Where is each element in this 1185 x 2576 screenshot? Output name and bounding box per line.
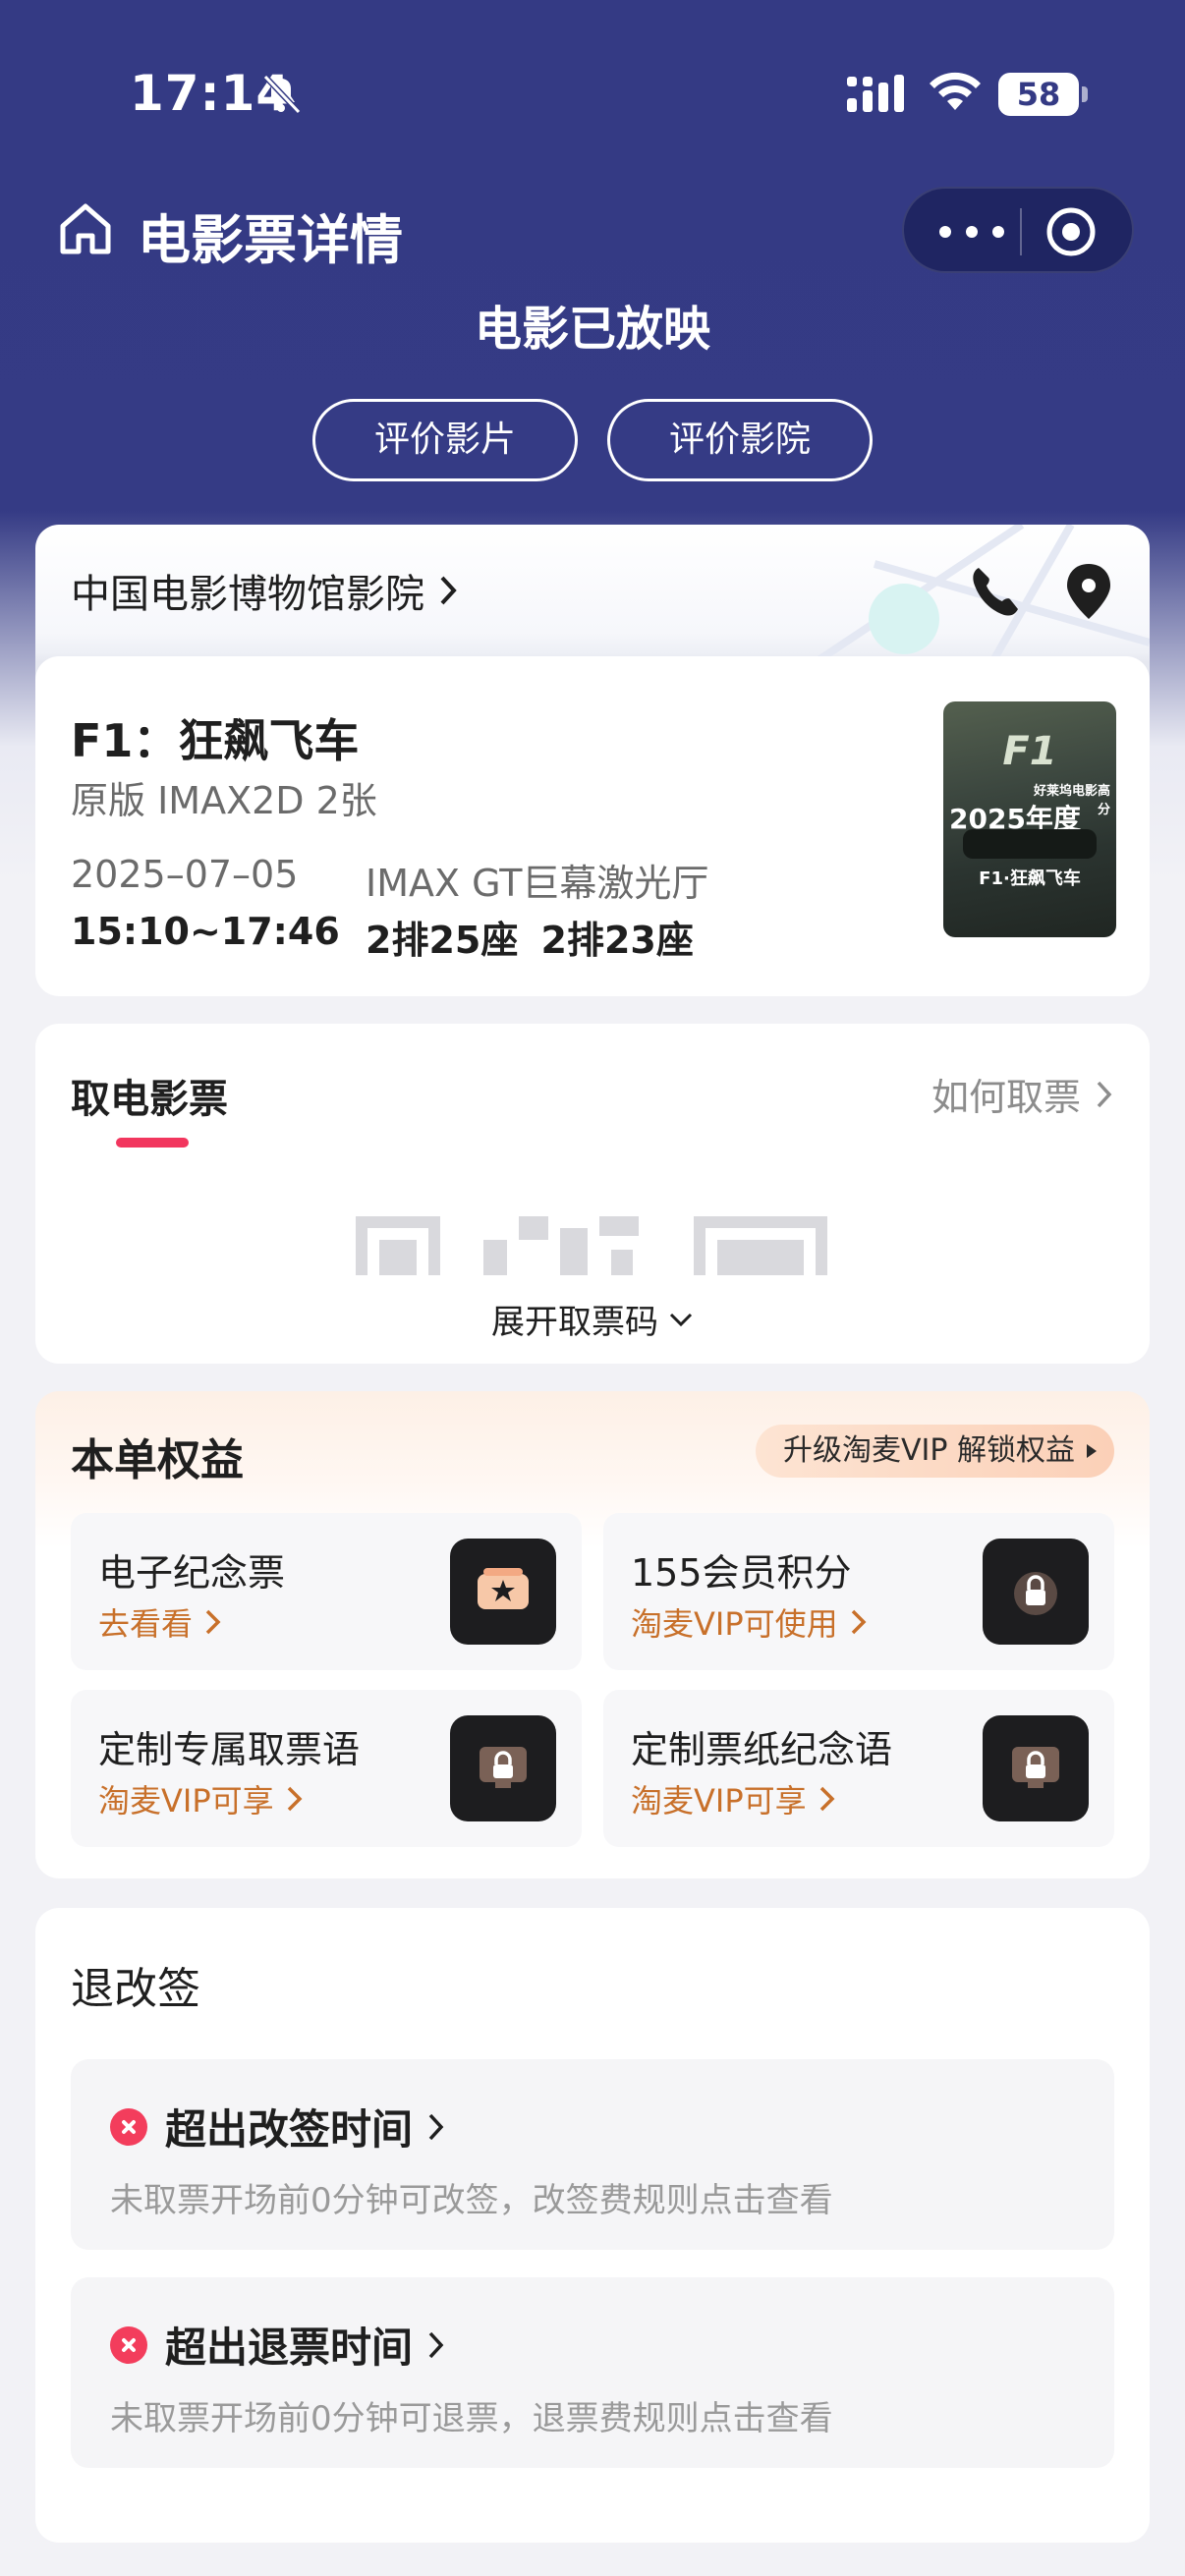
chevron-down-icon bbox=[669, 1313, 693, 1326]
close-target-icon[interactable] bbox=[1044, 204, 1099, 259]
battery-level: 58 bbox=[998, 73, 1088, 116]
change-policy-title-row: 超出改签时间 bbox=[110, 2097, 446, 2156]
seat-info: 2排25座 2排23座 bbox=[366, 919, 694, 962]
qr-code-preview bbox=[356, 1216, 827, 1275]
ticket-section-title: 取电影票 bbox=[71, 1077, 228, 1122]
poster-title: F1·狂飙飞车 bbox=[979, 868, 1081, 889]
location-pin-icon[interactable] bbox=[1063, 562, 1114, 621]
phone-icon[interactable] bbox=[969, 564, 1020, 619]
show-date: 2025–07–05 bbox=[71, 853, 299, 896]
benefit-custom-ticket-paper[interactable]: 定制票纸纪念语 淘麦VIP可享 bbox=[603, 1690, 1114, 1847]
signal-icon bbox=[847, 75, 904, 112]
expand-label: 展开取票码 bbox=[491, 1303, 658, 1342]
upgrade-vip-button[interactable]: 升级淘麦VIP 解锁权益 bbox=[756, 1425, 1114, 1478]
order-status: 电影已放映 bbox=[474, 302, 710, 357]
change-policy-desc: 未取票开场前0分钟可改签，改签费规则点击查看 bbox=[110, 2181, 833, 2220]
benefit-name: 电子纪念票 bbox=[98, 1551, 286, 1595]
page-title: 电影票详情 bbox=[138, 209, 403, 271]
chevron-right-icon bbox=[1097, 1081, 1112, 1107]
rate-movie-button[interactable]: 评价影片 bbox=[312, 399, 578, 481]
how-to-pickup-link[interactable]: 如何取票 bbox=[931, 1067, 1114, 1121]
wifi-icon bbox=[930, 72, 981, 110]
movie-poster: F1 2025年度 好莱坞电影高分 F1·狂飙飞车 bbox=[943, 701, 1116, 937]
nav-bar: 电影票详情 bbox=[0, 187, 1185, 285]
benefit-custom-pickup-phrase[interactable]: 定制专属取票语 淘麦VIP可享 bbox=[71, 1690, 582, 1847]
benefit-member-points[interactable]: 155会员积分 淘麦VIP可使用 bbox=[603, 1513, 1114, 1670]
movie-title: F1：狂飙飞车 bbox=[71, 714, 360, 767]
rate-cinema-button[interactable]: 评价影院 bbox=[607, 399, 873, 481]
benefit-e-souvenir-ticket[interactable]: 电子纪念票 去看看 bbox=[71, 1513, 582, 1670]
show-time: 15:10~17:46 bbox=[71, 910, 340, 953]
lock-icon bbox=[983, 1715, 1089, 1821]
ticket-star-icon bbox=[450, 1539, 556, 1645]
movie-info-card[interactable]: F1：狂飙飞车 原版 IMAX2D 2张 2025–07–05 15:10~17… bbox=[35, 656, 1150, 996]
benefit-name: 定制专属取票语 bbox=[98, 1728, 361, 1771]
chevron-right-icon bbox=[428, 2331, 444, 2358]
chevron-right-icon bbox=[287, 1786, 303, 1812]
benefit-name: 定制票纸纪念语 bbox=[631, 1728, 893, 1771]
refund-policy-item[interactable]: 超出退票时间 未取票开场前0分钟可退票，退票费规则点击查看 bbox=[71, 2277, 1114, 2468]
refund-policy-title: 超出退票时间 bbox=[165, 2324, 414, 2372]
change-policy-title: 超出改签时间 bbox=[165, 2105, 414, 2154]
benefits-title: 本单权益 bbox=[71, 1435, 244, 1485]
chevron-right-icon bbox=[428, 2113, 444, 2140]
status-bar: 17:14 58 bbox=[0, 61, 1185, 130]
lock-icon bbox=[450, 1715, 556, 1821]
benefit-action-label: 淘麦VIP可享 bbox=[631, 1782, 807, 1820]
refund-policy-title-row: 超出退票时间 bbox=[110, 2315, 446, 2375]
lock-icon bbox=[983, 1539, 1089, 1645]
mini-program-capsule bbox=[902, 187, 1134, 273]
benefit-action-label: 淘麦VIP可使用 bbox=[631, 1605, 838, 1643]
refund-policy-desc: 未取票开场前0分钟可退票，退票费规则点击查看 bbox=[110, 2399, 833, 2438]
order-benefits-card: 本单权益 升级淘麦VIP 解锁权益 电子纪念票 去看看 155会员积分 淘麦VI… bbox=[35, 1391, 1150, 1878]
chevron-right-icon bbox=[851, 1609, 867, 1635]
refund-change-card: 退改签 超出改签时间 未取票开场前0分钟可改签，改签费规则点击查看 超出退票时间… bbox=[35, 1908, 1150, 2543]
hall-name: IMAX GT巨幕激光厅 bbox=[366, 862, 709, 905]
error-x-icon bbox=[110, 2325, 147, 2364]
home-icon[interactable] bbox=[55, 198, 116, 259]
tab-indicator bbox=[116, 1138, 189, 1148]
poster-award: 好莱坞电影高分 bbox=[1033, 784, 1110, 817]
how-to-pickup-label: 如何取票 bbox=[931, 1076, 1081, 1119]
change-policy-item[interactable]: 超出改签时间 未取票开场前0分钟可改签，改签费规则点击查看 bbox=[71, 2059, 1114, 2250]
benefit-action-label: 淘麦VIP可享 bbox=[98, 1782, 274, 1820]
benefit-action: 淘麦VIP可使用 bbox=[631, 1599, 868, 1645]
chevron-right-icon bbox=[819, 1786, 835, 1812]
cinema-name-link[interactable]: 中国电影博物馆影院 bbox=[71, 562, 460, 619]
benefit-action-label: 去看看 bbox=[98, 1605, 194, 1643]
poster-car bbox=[963, 829, 1097, 859]
poster-logo: F1 bbox=[1002, 729, 1057, 774]
capsule-divider bbox=[1020, 208, 1022, 255]
cinema-name: 中国电影博物馆影院 bbox=[71, 572, 424, 617]
chevron-right-icon bbox=[440, 576, 457, 605]
benefit-action: 淘麦VIP可享 bbox=[98, 1776, 304, 1821]
benefit-name: 155会员积分 bbox=[631, 1551, 852, 1595]
bell-muted-icon bbox=[262, 74, 302, 115]
error-x-icon bbox=[110, 2107, 147, 2146]
benefit-action: 去看看 bbox=[98, 1599, 222, 1645]
refund-section-title: 退改签 bbox=[71, 1964, 200, 2014]
benefit-action: 淘麦VIP可享 bbox=[631, 1776, 836, 1821]
ticket-pickup-card: 取电影票 如何取票 展开取票码 bbox=[35, 1024, 1150, 1364]
movie-format: 原版 IMAX2D 2张 bbox=[71, 779, 377, 822]
expand-pickup-code-button[interactable]: 展开取票码 bbox=[35, 1295, 1150, 1343]
more-icon[interactable] bbox=[939, 218, 1004, 246]
chevron-right-icon bbox=[205, 1609, 221, 1635]
evaluate-buttons: 评价影片 评价影院 bbox=[0, 399, 1185, 481]
